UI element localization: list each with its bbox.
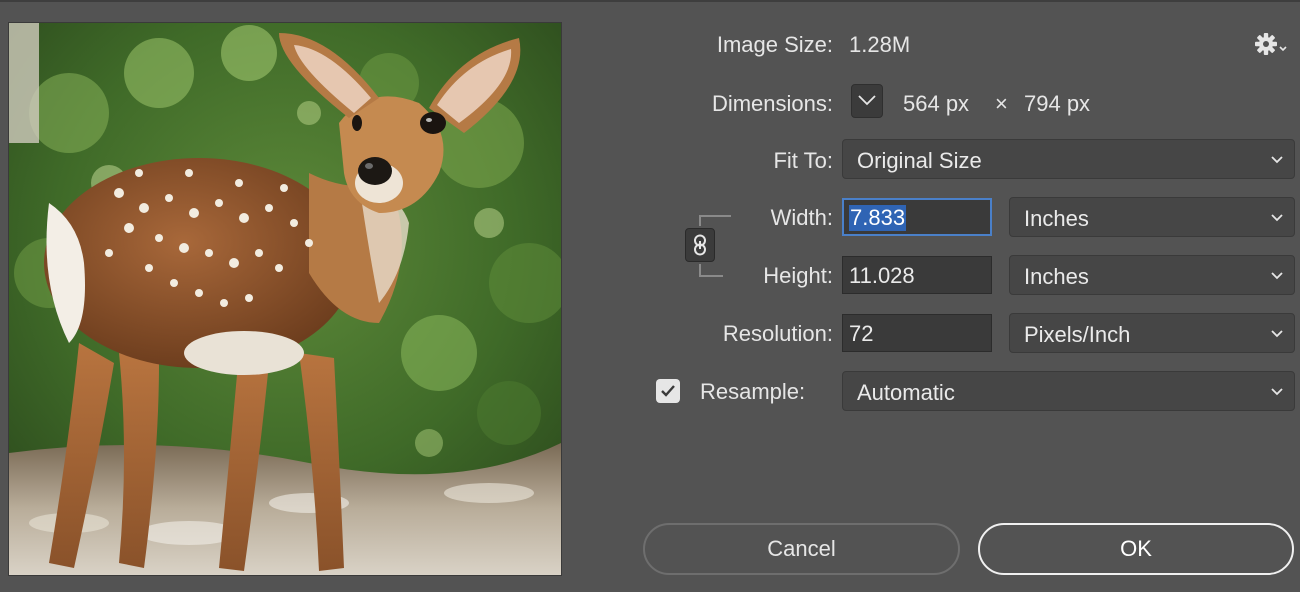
checkmark-icon bbox=[661, 385, 675, 397]
resample-label: Resample: bbox=[700, 379, 806, 404]
resolution-unit-select[interactable]: Pixels/Inch bbox=[1009, 313, 1295, 353]
width-unit-select[interactable]: Inches bbox=[1009, 197, 1295, 237]
height-unit-select[interactable]: Inches bbox=[1009, 255, 1295, 295]
chevron-down-icon bbox=[1271, 330, 1283, 338]
resolution-value: 72 bbox=[849, 321, 874, 346]
chevron-down-icon bbox=[1271, 214, 1283, 222]
dialog-top-border bbox=[0, 0, 1300, 2]
resample-checkbox[interactable] bbox=[656, 379, 680, 403]
image-size-value: 1.28M bbox=[849, 32, 911, 57]
dimensions-width: 564 px bbox=[903, 91, 970, 116]
chevron-down-icon bbox=[1271, 272, 1283, 280]
fit-to-selected: Original Size bbox=[857, 148, 982, 173]
width-value: 7.833 bbox=[849, 205, 907, 231]
chain-link-icon bbox=[694, 234, 706, 256]
fit-to-label: Fit To: bbox=[773, 148, 833, 173]
height-value: 11.028 bbox=[849, 263, 915, 288]
chevron-down-icon bbox=[1271, 156, 1283, 164]
width-input[interactable]: 7.833 bbox=[842, 198, 992, 236]
image-size-dialog: Image Size: 1.28M Dimensions: 564 px × 7… bbox=[0, 0, 1300, 592]
height-input[interactable]: 11.028 bbox=[842, 256, 992, 294]
resolution-label: Resolution: bbox=[722, 321, 833, 346]
dimensions-unit-toggle[interactable] bbox=[851, 84, 883, 118]
fit-to-select[interactable]: Original Size bbox=[842, 139, 1295, 179]
fawn-photo bbox=[9, 23, 561, 575]
chevron-down-icon bbox=[1271, 388, 1283, 396]
cancel-button[interactable]: Cancel bbox=[643, 523, 960, 575]
constrain-proportions-button[interactable] bbox=[685, 228, 715, 262]
width-label: Width: bbox=[770, 205, 833, 230]
height-unit: Inches bbox=[1024, 264, 1089, 289]
ok-button[interactable]: OK bbox=[978, 523, 1294, 575]
dimensions-label: Dimensions: bbox=[711, 91, 833, 116]
resolution-unit: Pixels/Inch bbox=[1024, 322, 1131, 347]
width-unit: Inches bbox=[1024, 206, 1089, 231]
dimensions-height: 794 px bbox=[1024, 91, 1091, 116]
height-label: Height: bbox=[763, 263, 833, 288]
image-preview[interactable] bbox=[8, 22, 562, 576]
resolution-input[interactable]: 72 bbox=[842, 314, 992, 352]
resample-method-select[interactable]: Automatic bbox=[842, 371, 1295, 411]
resample-selected: Automatic bbox=[857, 380, 955, 405]
dimensions-times: × bbox=[995, 91, 1008, 116]
image-size-label: Image Size: bbox=[716, 32, 833, 57]
gear-icon[interactable] bbox=[1254, 32, 1290, 58]
chevron-down-icon bbox=[858, 95, 876, 106]
